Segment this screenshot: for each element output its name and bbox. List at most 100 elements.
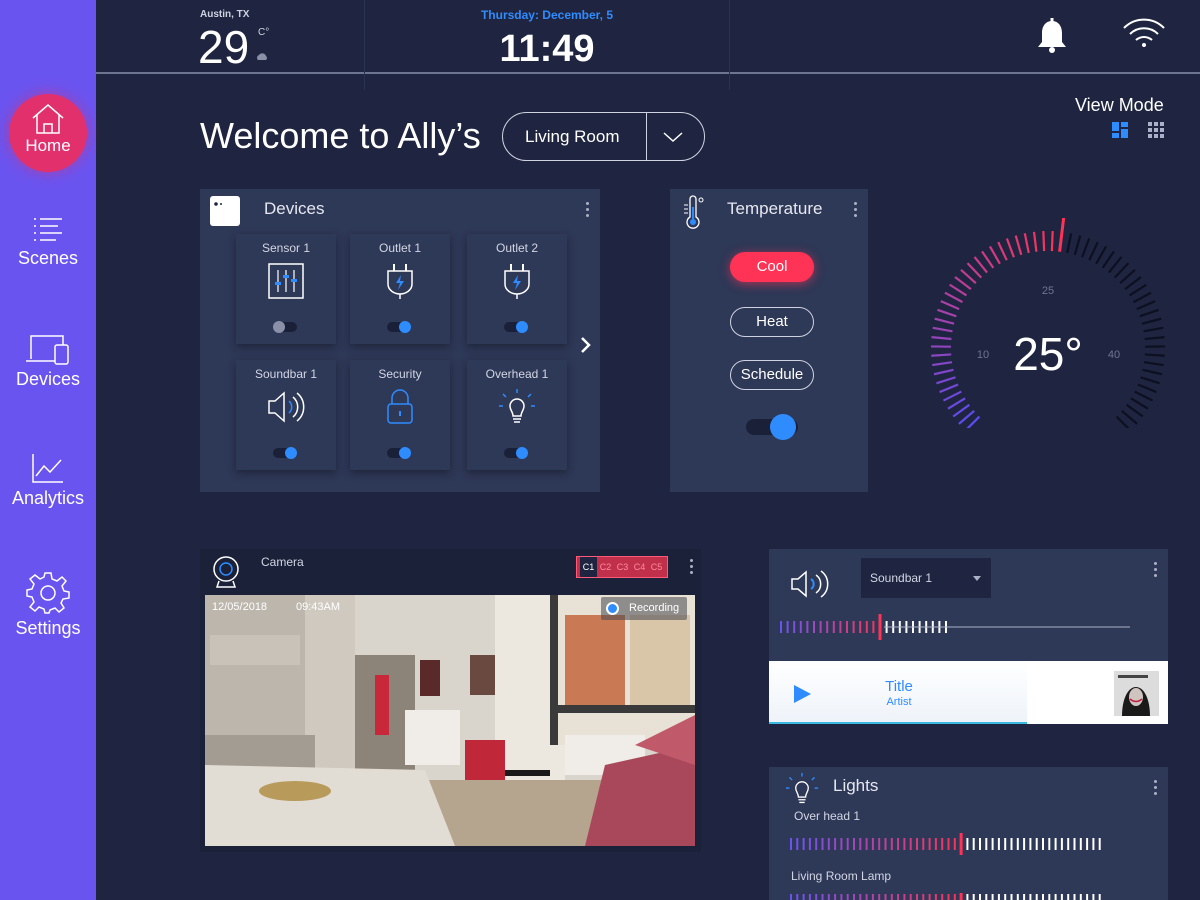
thermostat-dial[interactable]: 25 10 40 25°: [925, 218, 1170, 428]
wifi-icon[interactable]: [1122, 18, 1166, 48]
speaker-icon: [268, 391, 305, 423]
dial-tick: [932, 326, 953, 333]
dial-tick: [1088, 241, 1099, 261]
dial-value: 25°: [1013, 328, 1083, 380]
dial-tick: [1140, 376, 1160, 385]
dial-tick: [1141, 317, 1162, 325]
sidebar-item-analytics[interactable]: Analytics: [0, 452, 96, 509]
sidebar-item-home[interactable]: Home: [9, 94, 87, 172]
camera-tab-5[interactable]: C5: [648, 557, 665, 577]
bulb-icon: [785, 772, 819, 804]
play-icon[interactable]: [792, 684, 812, 704]
view-mode-label: View Mode: [1075, 95, 1164, 115]
chevron-down-icon[interactable]: [662, 131, 684, 143]
room-dropdown[interactable]: Living Room: [502, 112, 705, 161]
camera-tab-1[interactable]: C1: [580, 557, 597, 577]
dial-tick: [966, 415, 981, 428]
speaker-icon: [791, 570, 829, 598]
dial-tick: [1143, 361, 1164, 367]
dial-tick: [1137, 383, 1157, 394]
dial-tick: [940, 300, 960, 311]
volume-slider[interactable]: [779, 612, 1149, 642]
soundbar-menu-icon[interactable]: [1154, 562, 1158, 580]
devices-menu-icon[interactable]: [586, 202, 590, 220]
grid-view-icon[interactable]: [1148, 122, 1166, 138]
sidebar-item-label: Settings: [15, 618, 81, 638]
weather-temperature: 29: [198, 21, 250, 73]
dial-tick: [1081, 238, 1091, 258]
devices-card: Devices Sensor 1 Outlet 1 Outlet 2 Sound…: [200, 189, 600, 492]
camera-menu-icon[interactable]: [690, 559, 694, 577]
camera-card: Camera C1 C2 C3 C4 C5 12/05/2018 09:43AM…: [200, 549, 701, 852]
dial-tick: [1134, 390, 1154, 402]
clock-time: 11:49: [499, 28, 595, 70]
dial-tick: [949, 283, 968, 297]
cloud-icon: [257, 53, 267, 60]
light-name: Over head 1: [794, 809, 861, 823]
track-artist: Artist: [886, 696, 912, 708]
camera-tab-4[interactable]: C4: [631, 557, 648, 577]
lights-menu-icon[interactable]: [1154, 780, 1158, 798]
dial-tick: [1073, 235, 1082, 256]
sidebar-item-scenes[interactable]: Scenes: [0, 216, 96, 269]
album-art: [1114, 671, 1159, 716]
camera-feed[interactable]: 12/05/2018 09:43AM Recording: [205, 595, 695, 846]
plug-icon: [504, 264, 530, 299]
sidebar-item-label: Devices: [15, 369, 81, 389]
dial-min-label: 10: [977, 349, 989, 361]
device-tile-overhead[interactable]: Overhead 1: [467, 360, 567, 470]
device-toggle[interactable]: [273, 321, 297, 333]
device-toggle[interactable]: [273, 447, 297, 459]
caret-down-icon: [973, 576, 981, 581]
dial-tick: [1005, 238, 1015, 258]
dashboard-view-icon[interactable]: [1112, 122, 1130, 138]
device-tile-security[interactable]: Security: [350, 360, 450, 470]
dial-tick: [1050, 231, 1054, 252]
weather-location: Austin, TX: [200, 9, 250, 20]
light-slider-lamp[interactable]: [789, 891, 1109, 900]
sidebar-item-settings[interactable]: Settings: [0, 570, 96, 639]
device-toggle[interactable]: [387, 321, 411, 333]
sidebar-item-label: Scenes: [17, 248, 79, 268]
chevron-right-icon[interactable]: [580, 336, 592, 354]
chart-icon: [32, 454, 63, 483]
weather-unit: C°: [258, 27, 270, 38]
mode-schedule-button[interactable]: Schedule: [730, 360, 814, 390]
dial-tick: [1144, 336, 1165, 341]
soundbar-select[interactable]: Soundbar 1: [861, 558, 991, 598]
sidebar-item-devices[interactable]: Devices: [0, 333, 96, 390]
thermostat-toggle[interactable]: [746, 414, 798, 440]
device-tile-outlet-2[interactable]: Outlet 2: [467, 234, 567, 344]
temperature-menu-icon[interactable]: [854, 202, 858, 220]
device-tile-outlet-1[interactable]: Outlet 1: [350, 234, 450, 344]
dial-tick: [1142, 368, 1163, 376]
dropdown-divider: [646, 113, 647, 160]
mode-heat-button[interactable]: Heat: [730, 307, 814, 337]
camera-tab-3[interactable]: C3: [614, 557, 631, 577]
room-dropdown-value: Living Room: [525, 127, 620, 146]
device-toggle[interactable]: [504, 321, 528, 333]
dial-mid-label: 25: [1042, 285, 1054, 297]
light-slider-overhead[interactable]: [789, 831, 1109, 857]
dial-tick: [1125, 403, 1144, 418]
dial-tick: [947, 397, 966, 410]
dial-tick: [1115, 415, 1130, 428]
dial-tick: [1042, 231, 1046, 252]
dial-tick: [1032, 231, 1038, 252]
dial-tick: [942, 390, 962, 402]
player-main: Title Artist: [769, 661, 1027, 724]
dial-tick: [1124, 276, 1142, 290]
mode-cool-button[interactable]: Cool: [730, 252, 814, 282]
dial-tick: [1101, 250, 1115, 269]
device-tile-soundbar[interactable]: Soundbar 1: [236, 360, 336, 470]
device-toggle[interactable]: [504, 447, 528, 459]
bell-icon[interactable]: [1036, 18, 1068, 54]
dial-tick: [1121, 410, 1138, 425]
dial-tick: [1095, 245, 1108, 265]
device-toggle[interactable]: [387, 447, 411, 459]
device-name: Outlet 1: [378, 241, 422, 255]
dial-tick: [1144, 353, 1165, 357]
device-tile-sensor[interactable]: Sensor 1: [236, 234, 336, 344]
camera-tab-2[interactable]: C2: [597, 557, 614, 577]
dial-tick: [952, 403, 971, 418]
